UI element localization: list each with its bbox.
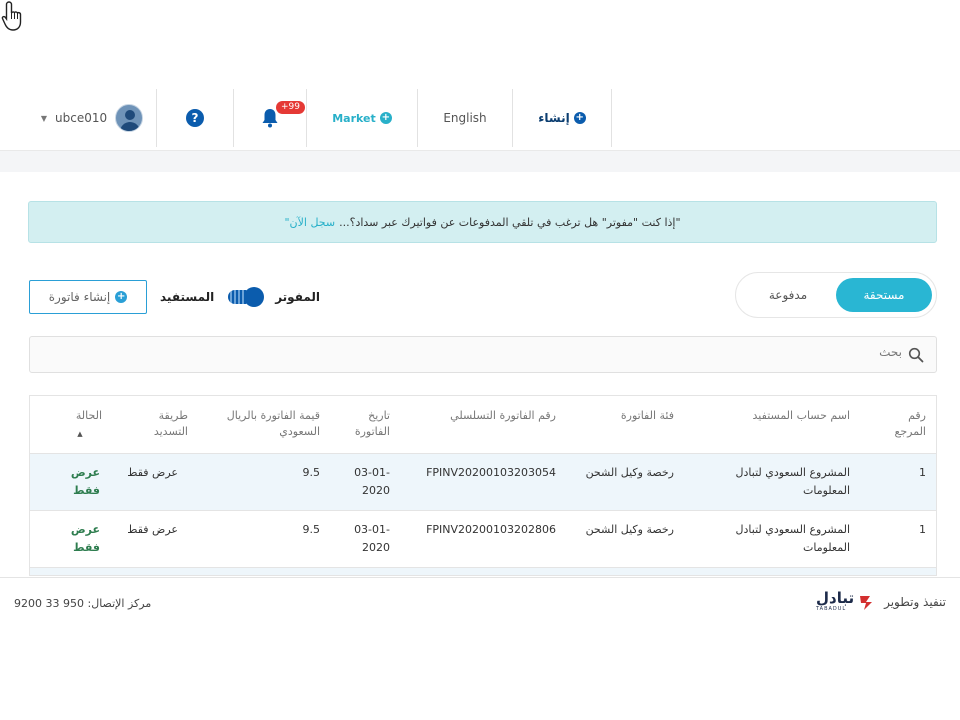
cell-account: المشروع السعودي لتبادل المعلومات [735, 466, 850, 497]
search-input[interactable] [502, 345, 902, 359]
banner-text: "إذا كنت "مفوتر" هل ترغب في تلقي المدفوع… [339, 215, 681, 229]
header-account[interactable]: اسم حساب المستفيد [710, 408, 850, 424]
cell-category: رخصة وكيل الشحن [585, 523, 674, 536]
cell-category: رخصة وكيل الشحن [585, 466, 674, 479]
cell-ref: 1 [919, 466, 926, 479]
header-serial[interactable]: رقم الفاتورة التسلسلي [406, 408, 556, 424]
contact-center: مركز الإتصال: 950 33 9200 [14, 597, 152, 610]
header-status-label: الحالة [75, 409, 102, 422]
language-label: English [443, 111, 487, 125]
tabadul-logo: تبادل TABADUL [816, 591, 878, 612]
registration-banner: "إذا كنت "مفوتر" هل ترغب في تلقي المدفوع… [28, 201, 937, 243]
tab-due[interactable]: مستحقة [836, 278, 932, 312]
cell-serial: FPINV20200103203054 [426, 466, 556, 479]
create-invoice-button[interactable]: إنشاء فاتورة + [29, 280, 147, 314]
header-ref[interactable]: رقم المرجع [876, 408, 927, 440]
header-status[interactable]: الحالة ▲ [58, 408, 102, 442]
search-bar [29, 336, 937, 373]
top-navigation: ▼ ubce010 ? +99 Market + English إنشاء + [28, 89, 612, 147]
table-row-partial [30, 568, 936, 575]
register-now-link[interactable]: سجل الآن" [285, 216, 336, 229]
logo-sub: TABADUL [815, 606, 847, 612]
cell-status[interactable]: عرض فقط [68, 464, 100, 500]
help-icon: ? [186, 109, 204, 127]
tabadul-mark-icon [860, 595, 873, 610]
user-menu[interactable]: ▼ ubce010 [28, 89, 157, 147]
beneficiary-label: المستفيد [160, 290, 215, 304]
cell-method: عرض فقط [127, 466, 178, 479]
create-invoice-label: إنشاء فاتورة [48, 290, 111, 304]
logo-text: تبادل [815, 589, 855, 607]
market-link[interactable]: Market + [307, 89, 418, 147]
page: ▼ ubce010 ? +99 Market + English إنشاء + [0, 0, 960, 720]
caret-down-icon: ▼ [40, 113, 48, 123]
notifications-button[interactable]: +99 [234, 89, 307, 147]
cell-date: 03-01-2020 [354, 523, 390, 554]
header-amount[interactable]: قيمة الفاتورة بالريال السعودي [200, 408, 320, 440]
header-method[interactable]: طريقة التسديد [134, 408, 188, 440]
plus-circle-icon: + [379, 112, 392, 124]
biller-label: المفوتر [275, 290, 320, 304]
username: ubce010 [55, 111, 108, 125]
notification-badge: +99 [276, 101, 305, 114]
cell-status[interactable]: عرض فقط [68, 521, 100, 557]
market-label: Market [332, 111, 376, 125]
cell-serial: FPINV20200103202806 [426, 523, 556, 536]
create-menu[interactable]: إنشاء + [513, 89, 612, 147]
footer-branding: تنفيذ وتطوير تبادل TABADUL [816, 591, 946, 613]
table-row[interactable]: 1 المشروع السعودي لتبادل المعلومات رخصة … [30, 511, 936, 568]
table-row[interactable]: 1 المشروع السعودي لتبادل المعلومات رخصة … [30, 454, 936, 511]
table-header: رقم المرجع اسم حساب المستفيد فئة الفاتور… [30, 396, 936, 454]
cell-date: 03-01-2020 [354, 466, 390, 497]
plus-circle-icon: + [115, 291, 128, 303]
developed-by-label: تنفيذ وتطوير [884, 594, 946, 609]
cell-account: المشروع السعودي لتبادل المعلومات [735, 523, 850, 554]
role-switch[interactable] [228, 287, 265, 307]
help-button[interactable]: ? [157, 89, 234, 147]
header-date[interactable]: تاريخ الفاتورة [334, 408, 390, 440]
create-label: إنشاء [538, 111, 570, 125]
avatar [115, 104, 144, 132]
cell-amount: 9.5 [302, 466, 321, 479]
cell-ref: 1 [919, 523, 926, 536]
search-icon [908, 347, 924, 363]
cell-method: عرض فقط [127, 523, 178, 536]
header-category[interactable]: فئة الفاتورة [574, 408, 674, 424]
tab-paid[interactable]: مدفوعة [740, 278, 836, 312]
cell-amount: 9.5 [302, 523, 321, 536]
footer-divider [0, 577, 960, 578]
invoices-table: رقم المرجع اسم حساب المستفيد فئة الفاتور… [29, 395, 937, 576]
plus-circle-icon: + [573, 112, 586, 124]
sort-ascending-icon[interactable]: ▲ [58, 426, 102, 442]
switch-knob [244, 287, 265, 307]
role-toggle: المستفيد المفوتر [160, 286, 320, 308]
hand-cursor-icon [1, 1, 22, 31]
language-switch[interactable]: English [418, 89, 513, 147]
invoice-status-tabs: مستحقة مدفوعة [735, 272, 937, 318]
header-divider-band [0, 150, 960, 172]
